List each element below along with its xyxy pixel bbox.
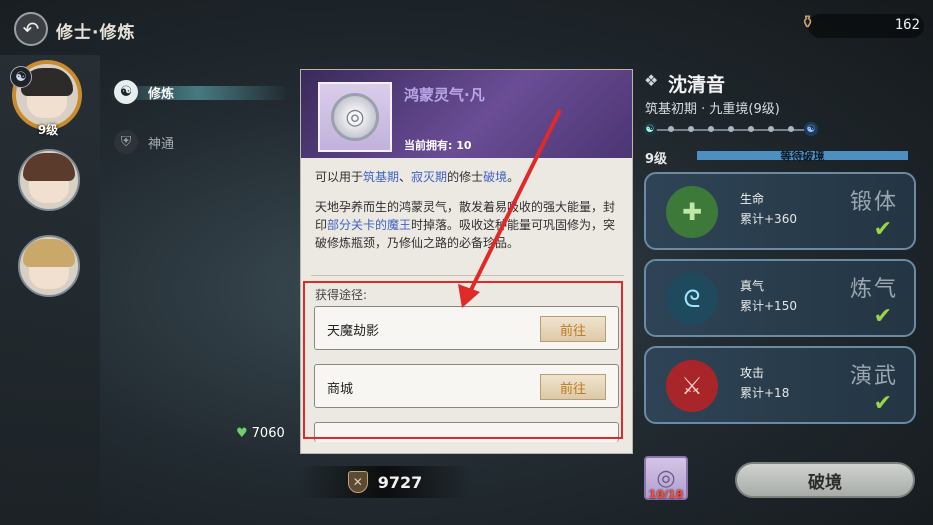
text-part: 可以用于 bbox=[315, 170, 364, 184]
realm-node bbox=[688, 126, 694, 132]
stat-card-martial[interactable]: ⚔ 攻击 累计+18 演武 ✔ bbox=[644, 346, 916, 424]
swirl-icon: ☯ bbox=[804, 122, 818, 136]
shield-icon: ✕ bbox=[347, 471, 368, 493]
checkmark-icon: ✔ bbox=[873, 217, 892, 242]
progress-text: 等待破境 bbox=[780, 150, 825, 163]
item-usage-text: 可以用于筑基期、寂灭期的修士破境。 bbox=[315, 168, 621, 186]
spiral-orb-icon: ◎ bbox=[656, 465, 676, 491]
avatar-2[interactable] bbox=[18, 149, 80, 211]
annotation-box bbox=[303, 281, 623, 439]
text-highlight: 破境 bbox=[483, 170, 508, 184]
avatar-3[interactable] bbox=[18, 235, 80, 297]
text-highlight: 筑基期 bbox=[363, 170, 400, 184]
back-arrow-icon: ↶ bbox=[22, 17, 40, 41]
realm-node bbox=[748, 126, 754, 132]
currency-value: 162 bbox=[894, 17, 920, 33]
back-button[interactable]: ↶ bbox=[14, 12, 48, 46]
heart-plus-icon: ✚ bbox=[666, 186, 718, 238]
text-part: 、 bbox=[399, 170, 412, 184]
text-part: 。 bbox=[507, 170, 520, 184]
character-name: 沈清音 bbox=[668, 74, 726, 96]
realm-node bbox=[788, 126, 794, 132]
level-label: 9级 bbox=[645, 152, 668, 167]
avatar-portrait bbox=[21, 68, 73, 118]
swirl-icon: ☯ bbox=[643, 122, 657, 136]
realm-text: 筑基初期 · 九重境(9级) bbox=[645, 102, 780, 117]
item-count: 10/18 bbox=[648, 488, 684, 501]
heart-icon: ♥ bbox=[236, 426, 248, 441]
tab-label: 修炼 bbox=[148, 86, 175, 102]
realm-node bbox=[768, 126, 774, 132]
stat-name: 真气 bbox=[740, 279, 765, 293]
page-title: 修士·修炼 bbox=[56, 23, 136, 43]
sect-emblem-icon: ❖ bbox=[644, 71, 659, 90]
hp-readout: ♥ 7060 bbox=[236, 426, 285, 441]
spiral-orb-icon: ◎ bbox=[331, 93, 379, 141]
tab-label: 神通 bbox=[148, 136, 175, 152]
text-highlight: 寂灭期 bbox=[411, 170, 448, 184]
stat-card-qi[interactable]: ᘓ 真气 累计+150 炼气 ✔ bbox=[644, 259, 916, 337]
stat-value: 累计+18 bbox=[740, 386, 790, 400]
stat-value: 累计+360 bbox=[740, 212, 797, 226]
stat-value: 累计+150 bbox=[740, 299, 797, 313]
tab-cultivation[interactable]: ☯ 修炼 bbox=[114, 80, 174, 104]
realm-node bbox=[708, 126, 714, 132]
stat-name: 生命 bbox=[740, 192, 765, 206]
item-description: 天地孕养而生的鸿蒙灵气，散发着易吸收的强大能量，封印部分关卡的魔王时掉落。吸收这… bbox=[315, 198, 621, 252]
taiji-swirl-icon: ☯ bbox=[114, 80, 138, 104]
combat-power: ✕ 9727 bbox=[300, 466, 470, 498]
text-part: 的修士 bbox=[447, 170, 484, 184]
gourd-icon: ⚱ bbox=[800, 12, 816, 33]
stat-label: 炼气 bbox=[849, 277, 898, 302]
power-value: 9727 bbox=[377, 472, 423, 492]
stat-card-body[interactable]: ✚ 生命 累计+360 锻体 ✔ bbox=[644, 172, 916, 250]
checkmark-icon: ✔ bbox=[873, 304, 892, 329]
realm-node bbox=[728, 126, 734, 132]
text-highlight: 部分关卡的魔王 bbox=[327, 218, 412, 232]
checkmark-icon: ✔ bbox=[873, 391, 892, 416]
stat-name: 攻击 bbox=[740, 366, 765, 380]
item-icon-frame: ◎ bbox=[318, 82, 392, 152]
tab-divine-arts[interactable]: ⛨ 神通 bbox=[114, 130, 174, 154]
swirl-icon: ☯ bbox=[10, 66, 32, 88]
hp-value: 7060 bbox=[251, 426, 285, 441]
divider bbox=[311, 275, 624, 276]
realm-node bbox=[668, 126, 674, 132]
breakthrough-button[interactable]: 破境 bbox=[735, 462, 915, 498]
stat-label: 锻体 bbox=[849, 190, 898, 215]
helmet-icon: ⛨ bbox=[114, 130, 138, 154]
sword-icon: ⚔ bbox=[666, 360, 718, 412]
avatar-portrait bbox=[23, 239, 75, 289]
spiral-icon: ᘓ bbox=[666, 273, 718, 325]
avatar-level: 9级 bbox=[37, 123, 59, 137]
item-owned: 当前拥有: 10 bbox=[404, 139, 472, 152]
item-title: 鸿蒙灵气·凡 bbox=[404, 86, 485, 104]
avatar-portrait bbox=[23, 153, 75, 203]
stat-label: 演武 bbox=[849, 364, 898, 389]
